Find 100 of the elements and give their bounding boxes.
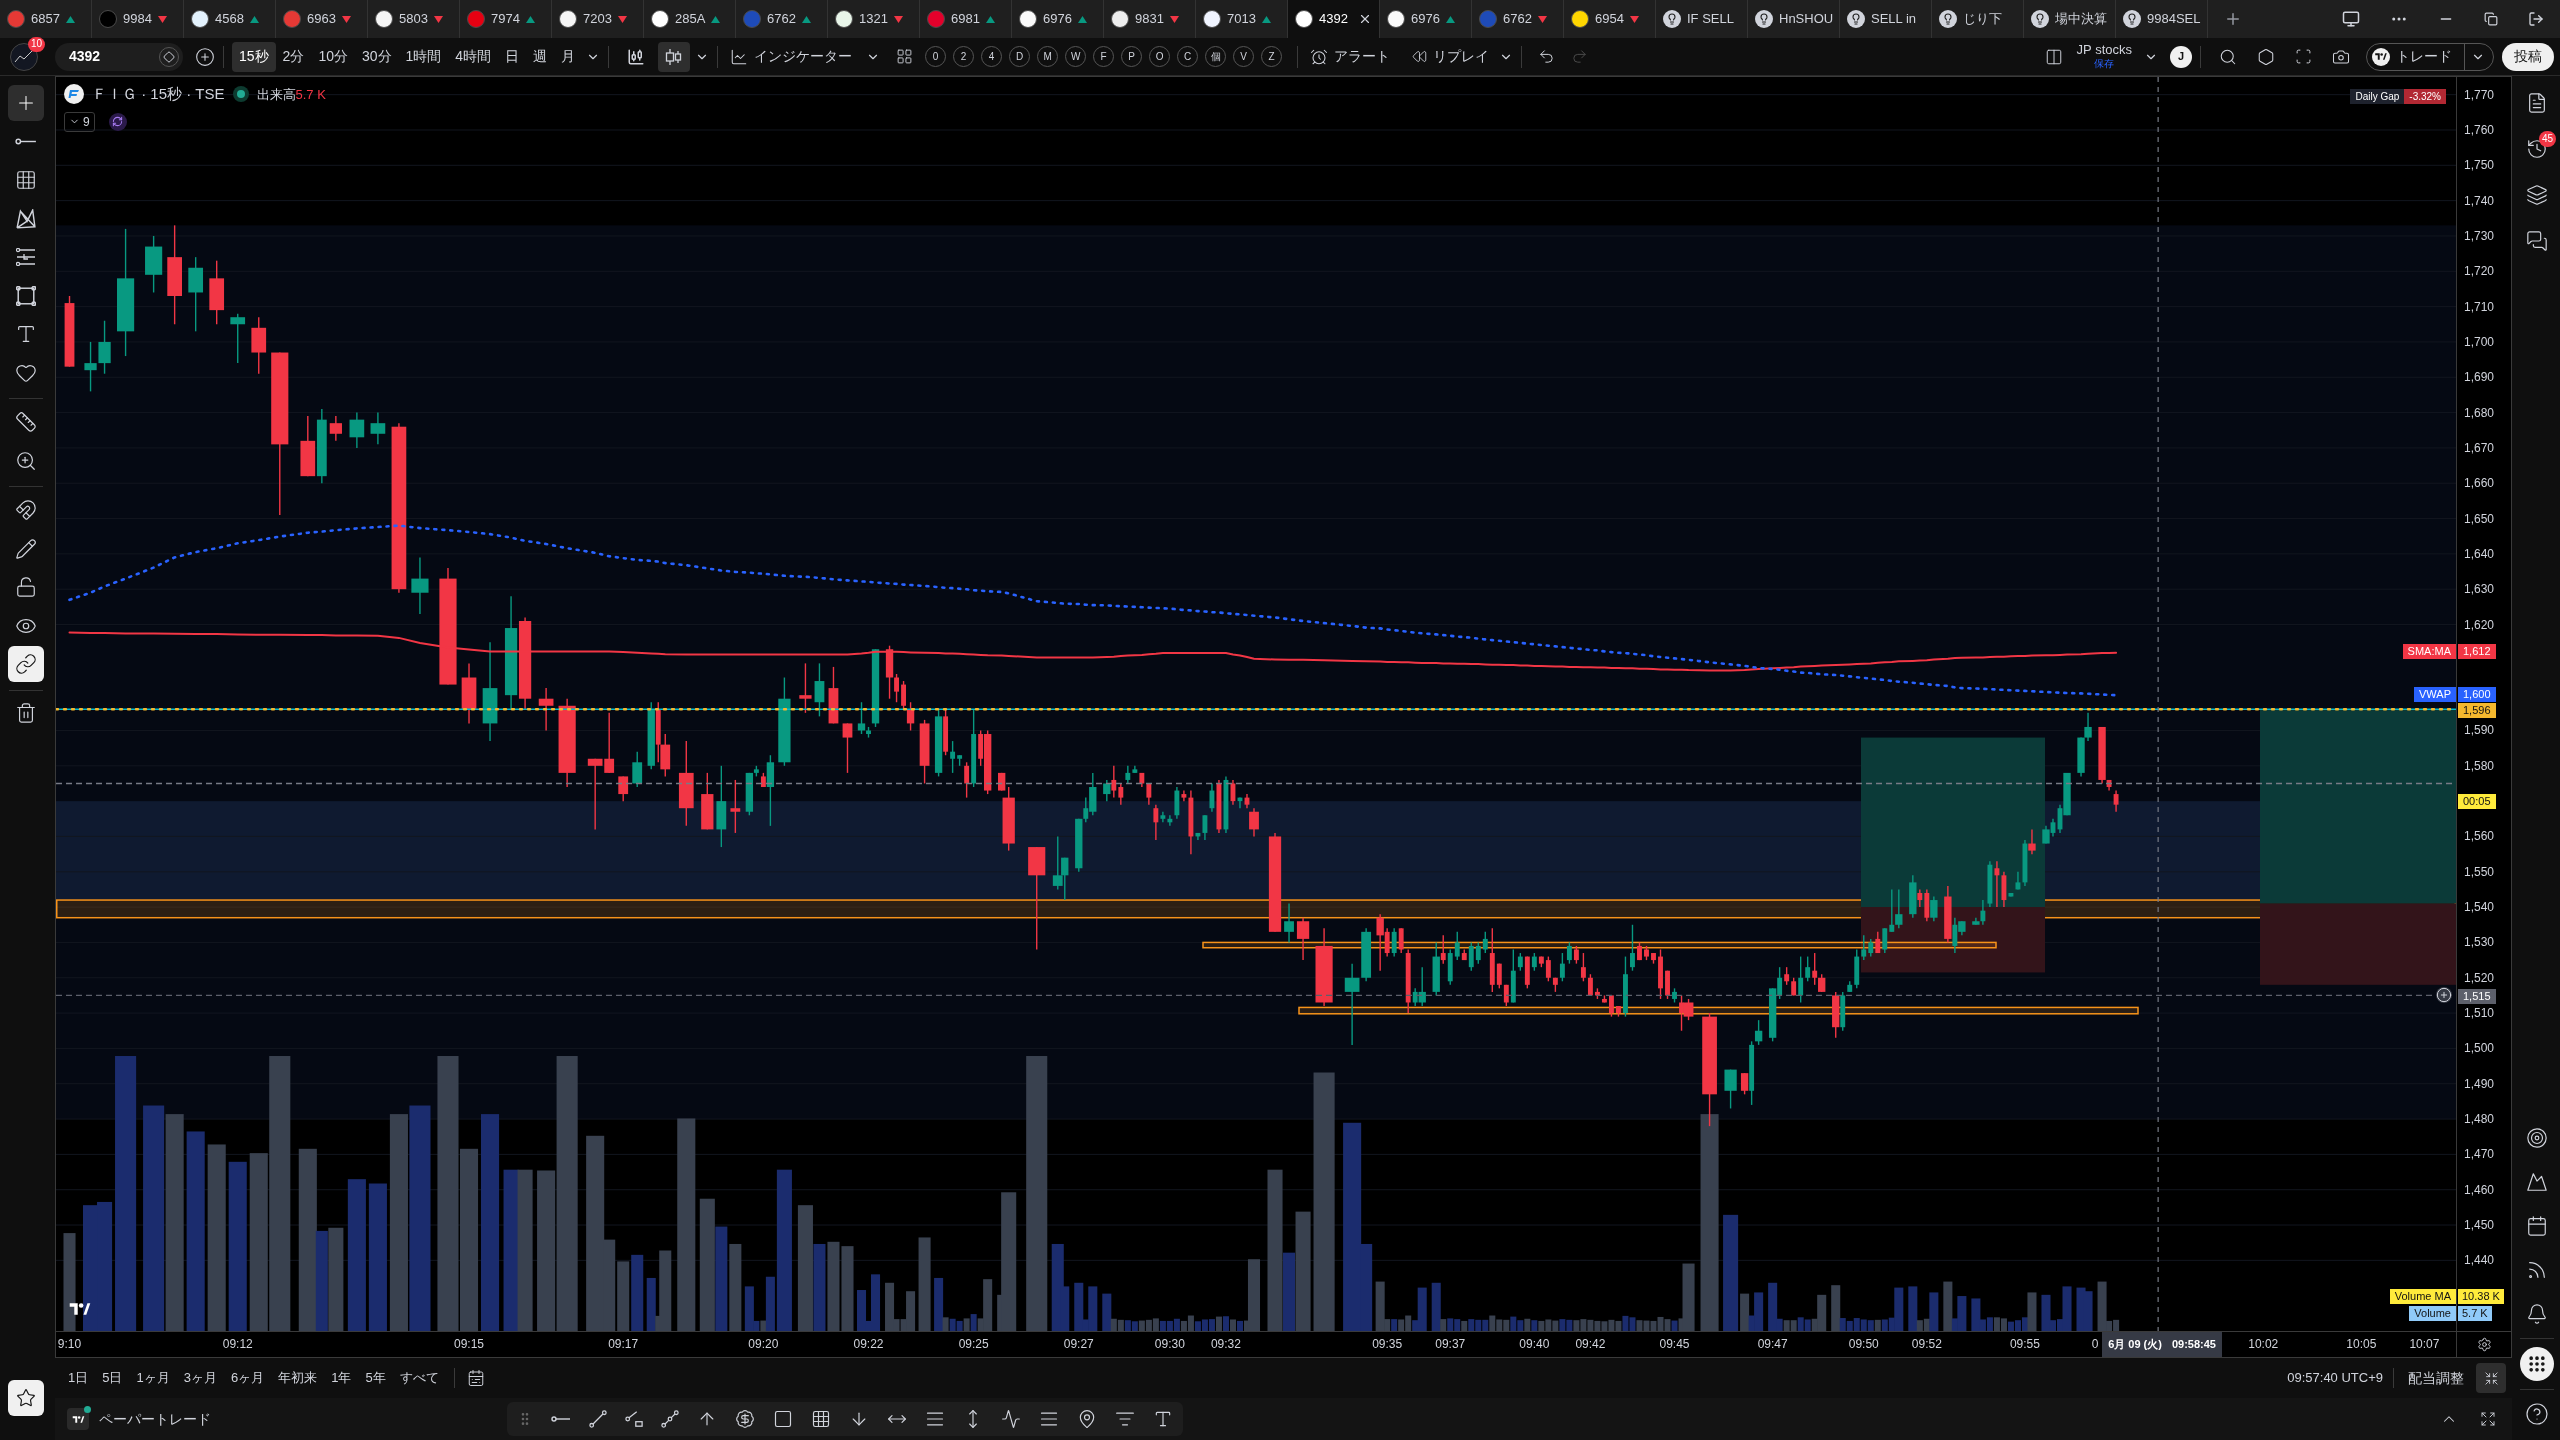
alert-button[interactable]: アラート — [1306, 41, 1395, 72]
range-button[interactable]: 6ヶ月 — [223, 1364, 272, 1392]
range-button[interactable]: 1ヶ月 — [129, 1364, 177, 1392]
undo-icon[interactable] — [1538, 48, 1556, 65]
monitor-icon[interactable] — [2342, 10, 2360, 28]
replay-button[interactable]: リプレイ — [1408, 41, 1494, 72]
add-symbol-icon[interactable] — [195, 46, 215, 67]
favorites-button[interactable] — [8, 1380, 44, 1416]
expand-icon[interactable] — [2480, 1411, 2496, 1427]
indicators-button[interactable]: インジケーター — [726, 41, 857, 72]
chat-icon[interactable] — [2526, 230, 2548, 252]
price-axis-label: 1,530 — [2464, 934, 2495, 951]
camera-icon[interactable] — [2332, 47, 2350, 66]
clock-label: 09:57:40 UTC+9 — [2287, 1369, 2383, 1388]
chart-tab[interactable]: 4392 — [1288, 0, 1380, 38]
diagonal-line-icon[interactable] — [589, 1410, 607, 1428]
interval-button[interactable]: 30分 — [354, 41, 399, 72]
time-axis-label: 09:47 — [1757, 1337, 1788, 1352]
price-axis-label: 1,680 — [2464, 404, 2495, 421]
notes-icon[interactable] — [2526, 92, 2548, 114]
time-axis-label: 09:17 — [608, 1337, 639, 1352]
chart-type-button[interactable] — [658, 41, 691, 72]
layers-icon[interactable] — [2526, 184, 2548, 206]
symbol-logo-icon — [64, 84, 84, 105]
price-axis-label: 1,480 — [2464, 1111, 2495, 1128]
range-button[interactable]: 1年 — [324, 1364, 359, 1392]
volume-value-label: 5.7 K — [2458, 1306, 2492, 1321]
collapse-button[interactable] — [2476, 1363, 2506, 1393]
symbol-search-field[interactable]: 4392 — [55, 42, 183, 71]
signal-icon[interactable] — [2526, 1259, 2548, 1281]
range-button[interactable]: 1日 — [61, 1364, 96, 1392]
map-pin-icon[interactable] — [1077, 1409, 1097, 1429]
price-axis-label: 1,590 — [2464, 722, 2495, 739]
layout-icon[interactable] — [2044, 47, 2063, 66]
interval-button[interactable]: 月 — [554, 41, 583, 72]
zigzag-icon[interactable] — [1001, 1409, 1021, 1429]
horizontal-line-icon[interactable] — [551, 1416, 571, 1422]
search-icon[interactable] — [2219, 47, 2237, 66]
interval-button[interactable]: 週 — [526, 41, 555, 72]
line-with-square-icon[interactable] — [625, 1410, 643, 1428]
add-tab-icon[interactable] — [2224, 10, 2242, 28]
exit-icon[interactable] — [2528, 11, 2544, 27]
interval-button[interactable]: 1時間 — [398, 41, 449, 72]
candlestick — [1672, 987, 1677, 1004]
price-axis-label: 1,660 — [2464, 475, 2495, 492]
shrink-icon — [2483, 1370, 2499, 1386]
square-icon[interactable] — [773, 1409, 793, 1429]
fullscreen-icon[interactable] — [2295, 48, 2312, 65]
calendar-icon[interactable] — [466, 1369, 485, 1387]
drawing-tool-button[interactable] — [8, 85, 44, 121]
help-icon[interactable] — [2525, 1402, 2549, 1426]
unlocked-lock-icon — [15, 576, 37, 598]
interval-button[interactable]: 15秒 — [232, 41, 276, 72]
grid-icon[interactable] — [896, 48, 914, 65]
candlestick — [461, 662, 477, 725]
user-avatar-button[interactable]: J — [2170, 45, 2192, 68]
ruler-icon — [15, 411, 37, 433]
interval-button[interactable]: 日 — [498, 41, 527, 72]
logo-icon — [69, 1301, 91, 1317]
sync-icon[interactable] — [108, 112, 127, 131]
layout-menu-button[interactable]: JP stocks 保存 — [2072, 42, 2136, 71]
calendar-icon[interactable] — [2526, 1215, 2548, 1237]
settings-icon[interactable] — [2476, 1337, 2492, 1352]
grid-icon[interactable] — [811, 1409, 831, 1429]
trash-icon[interactable] — [15, 701, 37, 724]
price-axis-label: 1,470 — [2464, 1146, 2495, 1163]
text-icon[interactable] — [1153, 1409, 1173, 1429]
price-axis-label: 1,770 — [2464, 86, 2495, 103]
range-button[interactable]: 5年 — [358, 1364, 393, 1392]
target-icon[interactable] — [2526, 1127, 2548, 1149]
candlestick — [84, 341, 97, 393]
interval-button[interactable]: 2分 — [275, 41, 312, 72]
candlestick — [1658, 948, 1663, 1000]
paper-trading-tab[interactable]: ペーパートレード — [99, 1408, 211, 1430]
series-name-label: SMA:MA — [2402, 644, 2456, 660]
range-button[interactable]: 年初来 — [271, 1364, 325, 1392]
dollar-tag-icon[interactable] — [735, 1409, 755, 1429]
mountain-icon[interactable] — [2526, 1171, 2548, 1193]
range-button[interactable]: すべて — [392, 1364, 446, 1392]
price-axis-label: 1,510 — [2464, 1005, 2495, 1022]
interval-button[interactable]: 10分 — [311, 41, 355, 72]
toggle-tool-button[interactable] — [8, 646, 44, 682]
apps-icon[interactable] — [2520, 1347, 2554, 1381]
hexagon-icon[interactable] — [2257, 47, 2275, 66]
collapse-indicators-button[interactable]: 9 — [64, 111, 95, 132]
parallel-lines-icon[interactable] — [661, 1410, 679, 1428]
range-button[interactable]: 3ヶ月 — [176, 1364, 224, 1392]
range-button[interactable]: 5日 — [95, 1364, 130, 1392]
interval-button[interactable]: 4時間 — [448, 41, 499, 72]
close-icon[interactable] — [1358, 12, 1372, 26]
candlestick — [1052, 835, 1063, 891]
candlestick — [349, 411, 365, 449]
bell-icon[interactable] — [2526, 1303, 2548, 1325]
dividend-adjust-button[interactable]: 配当調整 — [2404, 1367, 2468, 1389]
publish-button[interactable]: 投稿 — [2502, 42, 2554, 71]
restore-icon[interactable] — [2484, 12, 2498, 26]
time-axis-label: 09:32 — [1210, 1337, 1241, 1352]
daily-gap-label: Daily Gap — [2350, 89, 2405, 104]
candlestick — [730, 779, 741, 834]
wide-candlestick-icon — [665, 47, 684, 66]
